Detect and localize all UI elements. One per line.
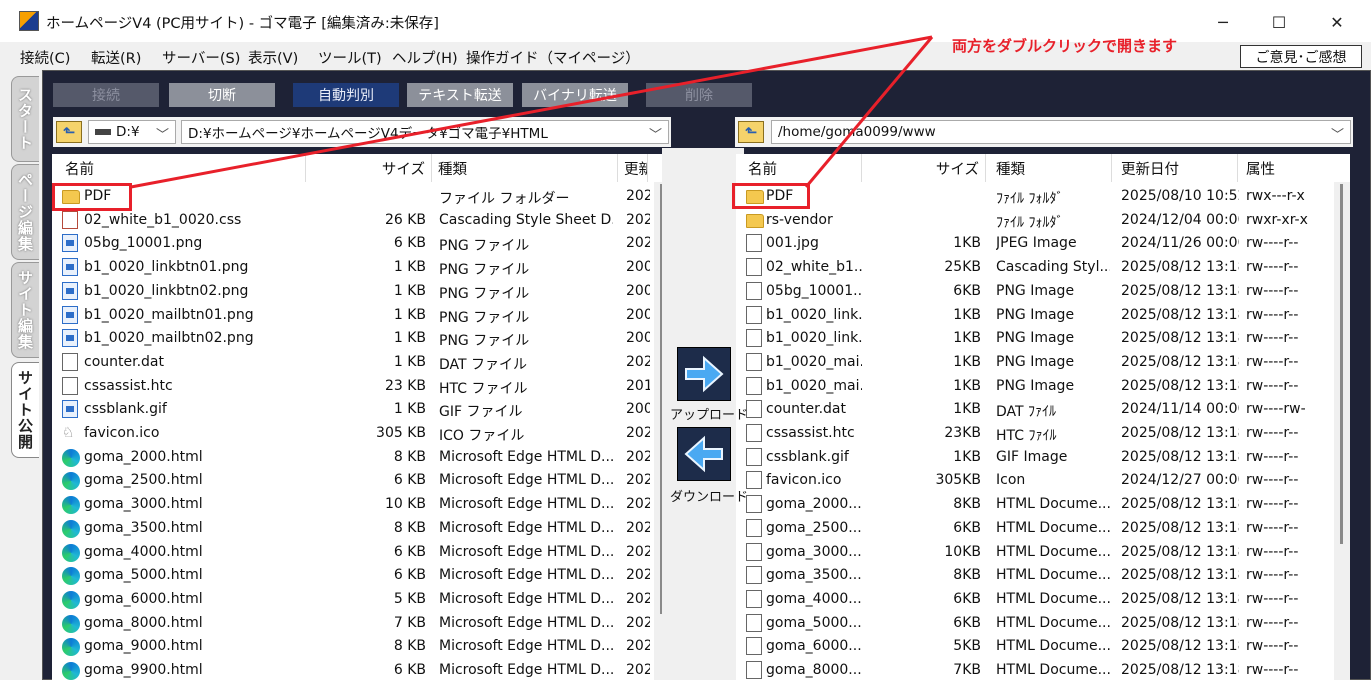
annotation-text: 両方をダブルクリックで開きます [952,37,1178,55]
app-window: ホームページV4 (PC用サイト) - ゴマ電子 [編集済み:未保存] ─ ☐ … [0,0,1371,680]
annotation-arrows [130,35,934,189]
